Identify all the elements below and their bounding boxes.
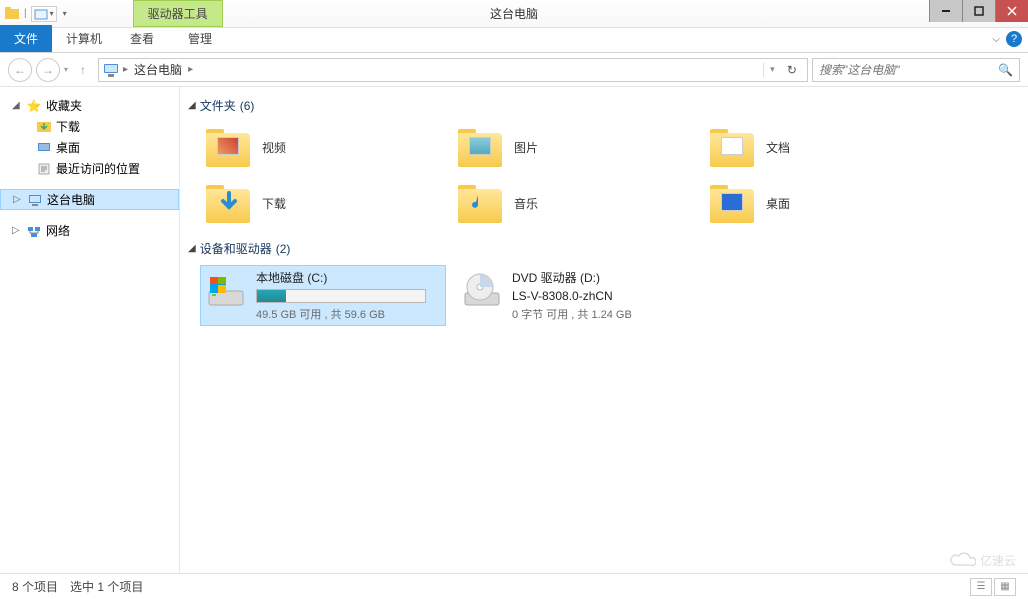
download-icon xyxy=(36,119,52,135)
folder-videos[interactable]: 视频 xyxy=(200,122,442,172)
tree-label: 桌面 xyxy=(56,139,80,156)
collapse-icon: ◢ xyxy=(188,243,196,254)
tree-label: 下载 xyxy=(56,118,80,135)
group-count: (2) xyxy=(276,242,291,256)
dropdown-icon[interactable]: ▾ xyxy=(770,64,775,75)
breadcrumb-sep: ▸ xyxy=(188,64,193,75)
folder-downloads[interactable]: 下载 xyxy=(200,178,442,228)
folder-label: 图片 xyxy=(514,139,538,156)
star-icon: ⭐ xyxy=(26,98,42,114)
tree-desktop[interactable]: 桌面 xyxy=(0,137,179,158)
back-button[interactable]: ← xyxy=(8,58,32,82)
breadcrumb-sep: ▸ xyxy=(123,64,128,75)
location-icon xyxy=(103,62,119,78)
dvd-icon xyxy=(460,269,504,313)
tree-label: 这台电脑 xyxy=(47,191,95,208)
close-button[interactable] xyxy=(995,0,1028,22)
folder-label: 文档 xyxy=(766,139,790,156)
refresh-button[interactable]: ↻ xyxy=(787,63,797,77)
status-bar: 8 个项目 选中 1 个项目 ☰ ▦ xyxy=(0,573,1028,599)
drive-space-bar xyxy=(256,289,426,303)
folder-icon xyxy=(206,127,250,167)
drive-name: 本地磁盘 (C:) xyxy=(256,269,442,286)
folder-label: 视频 xyxy=(262,139,286,156)
tree-network[interactable]: ▷网络 xyxy=(0,220,179,241)
window-controls xyxy=(929,0,1028,22)
qat-separator: | xyxy=(24,8,27,19)
tree-label: 最近访问的位置 xyxy=(56,160,140,177)
search-box[interactable]: 🔍 xyxy=(812,58,1020,82)
status-item-count: 8 个项目 xyxy=(12,578,58,595)
drive-local-c[interactable]: 本地磁盘 (C:) 49.5 GB 可用 , 共 59.6 GB xyxy=(200,265,446,326)
drive-name: DVD 驱动器 (D:) xyxy=(512,269,698,286)
drive-detail: 0 字节 可用 , 共 1.24 GB xyxy=(512,306,698,322)
tab-computer[interactable]: 计算机 xyxy=(52,25,116,52)
collapse-icon: ◢ xyxy=(188,100,196,111)
title-bar: | ▾ ▾ 驱动器工具 这台电脑 xyxy=(0,0,1028,28)
content-pane: ◢ 文件夹 (6) 视频 图片 文档 下载 音乐 桌面 ◢ 设备和驱动器 (2)… xyxy=(180,87,1028,573)
properties-button[interactable]: ▾ xyxy=(31,6,57,22)
hdd-icon xyxy=(204,269,248,313)
maximize-button[interactable] xyxy=(962,0,995,22)
search-input[interactable] xyxy=(819,63,998,77)
folder-music[interactable]: 音乐 xyxy=(452,178,694,228)
tree-favorites[interactable]: ◢⭐收藏夹 xyxy=(0,95,179,116)
folder-documents[interactable]: 文档 xyxy=(704,122,946,172)
folder-icon xyxy=(710,183,754,223)
navigation-pane: ◢⭐收藏夹 下载 桌面 最近访问的位置 ▷这台电脑 ▷网络 xyxy=(0,87,180,573)
search-icon[interactable]: 🔍 xyxy=(998,63,1013,77)
group-label: 文件夹 xyxy=(200,97,236,114)
view-icons-button[interactable]: ▦ xyxy=(994,578,1016,596)
folder-label: 下载 xyxy=(262,195,286,212)
drive-volume-label: LS-V-8308.0-zhCN xyxy=(512,289,698,303)
tab-manage[interactable]: 管理 xyxy=(174,25,226,52)
drive-detail: 49.5 GB 可用 , 共 59.6 GB xyxy=(256,306,442,322)
network-icon xyxy=(26,223,42,239)
ribbon-expand-icon[interactable]: ⌵ xyxy=(992,34,1000,45)
history-dropdown[interactable]: ▾ xyxy=(64,65,68,74)
help-button[interactable]: ? xyxy=(1006,31,1022,47)
tree-label: 网络 xyxy=(46,222,70,239)
app-icon xyxy=(4,6,20,22)
navigation-bar: ← → ▾ ↑ ▸ 这台电脑 ▸ ▾ ↻ 🔍 xyxy=(0,53,1028,87)
group-devices-header[interactable]: ◢ 设备和驱动器 (2) xyxy=(188,240,1020,257)
tree-label: 收藏夹 xyxy=(46,97,82,114)
recent-icon xyxy=(36,161,52,177)
breadcrumb-location[interactable]: 这台电脑 xyxy=(132,61,184,78)
window-title: 这台电脑 xyxy=(490,0,538,28)
tab-view[interactable]: 查看 xyxy=(116,25,168,52)
drive-dvd-d[interactable]: DVD 驱动器 (D:) LS-V-8308.0-zhCN 0 字节 可用 , … xyxy=(456,265,702,326)
up-button[interactable]: ↑ xyxy=(72,59,94,81)
tree-downloads[interactable]: 下载 xyxy=(0,116,179,137)
main-area: ◢⭐收藏夹 下载 桌面 最近访问的位置 ▷这台电脑 ▷网络 ◢ 文件夹 (6) … xyxy=(0,87,1028,573)
group-label: 设备和驱动器 xyxy=(200,240,272,257)
qat-customize[interactable]: ▾ xyxy=(61,9,69,18)
folder-label: 桌面 xyxy=(766,195,790,212)
contextual-tab-label: 驱动器工具 xyxy=(133,0,223,27)
view-details-button[interactable]: ☰ xyxy=(970,578,992,596)
folder-icon xyxy=(206,183,250,223)
tree-this-pc[interactable]: ▷这台电脑 xyxy=(0,189,179,210)
folder-icon xyxy=(458,127,502,167)
folder-label: 音乐 xyxy=(514,195,538,212)
folder-pictures[interactable]: 图片 xyxy=(452,122,694,172)
minimize-button[interactable] xyxy=(929,0,962,22)
desktop-icon xyxy=(36,140,52,156)
quick-access-toolbar: | ▾ ▾ xyxy=(0,0,73,27)
forward-button[interactable]: → xyxy=(36,58,60,82)
tree-recent[interactable]: 最近访问的位置 xyxy=(0,158,179,179)
status-selection: 选中 1 个项目 xyxy=(70,578,143,595)
address-bar[interactable]: ▸ 这台电脑 ▸ ▾ ↻ xyxy=(98,58,808,82)
group-count: (6) xyxy=(240,99,255,113)
tab-file[interactable]: 文件 xyxy=(0,25,52,52)
folder-icon xyxy=(710,127,754,167)
pc-icon xyxy=(27,192,43,208)
group-folders-header[interactable]: ◢ 文件夹 (6) xyxy=(188,97,1020,114)
ribbon-tabs: 文件 计算机 查看 管理 ⌵ ? xyxy=(0,28,1028,53)
folder-desktop[interactable]: 桌面 xyxy=(704,178,946,228)
folder-icon xyxy=(458,183,502,223)
